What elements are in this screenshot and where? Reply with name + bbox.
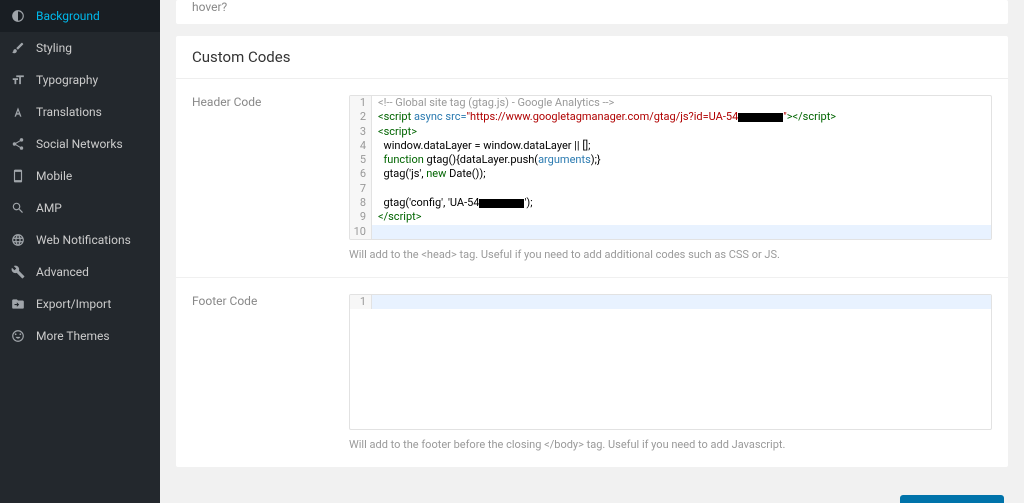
header-code-help: Will add to the <head> tag. Useful if yo… bbox=[349, 248, 992, 261]
sidebar-item-typography[interactable]: Typography bbox=[0, 64, 160, 96]
brush-icon bbox=[10, 40, 26, 56]
hover-snippet-card: hover? bbox=[176, 0, 1008, 24]
header-code-field: Header Code 1<!-- Global site tag (gtag.… bbox=[176, 79, 1008, 278]
hover-snippet-text: hover? bbox=[192, 0, 227, 14]
sidebar-item-label: Background bbox=[36, 9, 100, 23]
sidebar-item-label: Typography bbox=[36, 73, 98, 87]
footer-code-field: Footer Code 1 Will add to the footer bef… bbox=[176, 278, 1008, 467]
sidebar-item-label: More Themes bbox=[36, 329, 110, 343]
smile-icon bbox=[10, 328, 26, 344]
share-icon bbox=[10, 136, 26, 152]
search-icon bbox=[10, 200, 26, 216]
globe-icon bbox=[10, 232, 26, 248]
section-title: Custom Codes bbox=[176, 36, 1008, 79]
sidebar-item-label: Mobile bbox=[36, 169, 72, 183]
font-icon bbox=[10, 72, 26, 88]
header-code-label: Header Code bbox=[192, 95, 337, 261]
sidebar-item-label: Styling bbox=[36, 41, 72, 55]
config-end: '); bbox=[524, 196, 532, 209]
letter-a-icon bbox=[10, 104, 26, 120]
redacted-id-2 bbox=[479, 199, 524, 208]
export-icon bbox=[10, 296, 26, 312]
redacted-id bbox=[738, 113, 783, 122]
main-content: hover? Custom Codes Header Code 1<!-- Gl… bbox=[160, 0, 1024, 503]
gtag-config: gtag('config', 'UA-54 bbox=[378, 196, 479, 209]
sidebar-item-themes[interactable]: More Themes bbox=[0, 320, 160, 352]
gtag-def: gtag(){dataLayer.push( bbox=[424, 153, 538, 166]
bottom-bar: ✔ Your Support Period is Active Save Cha… bbox=[176, 487, 1008, 503]
footer-code-label: Footer Code bbox=[192, 294, 337, 451]
wrench-icon bbox=[10, 264, 26, 280]
sidebar-item-amp[interactable]: AMP bbox=[0, 192, 160, 224]
save-changes-button[interactable]: Save Changes bbox=[900, 495, 1004, 503]
sidebar-item-translations[interactable]: Translations bbox=[0, 96, 160, 128]
date-call: Date()); bbox=[446, 167, 485, 180]
circle-half-icon bbox=[10, 8, 26, 24]
code-comment: <!-- Global site tag (gtag.js) - Google … bbox=[378, 96, 614, 109]
footer-code-editor[interactable]: 1 bbox=[349, 294, 992, 430]
sidebar-item-label: Advanced bbox=[36, 265, 89, 279]
gtag-js: gtag('js', bbox=[378, 167, 426, 180]
script-open: <script> bbox=[378, 125, 417, 138]
new-kw: new bbox=[426, 167, 446, 180]
script-src: https://www.googletagmanager.com/gtag/js… bbox=[470, 110, 738, 123]
sidebar-item-mobile[interactable]: Mobile bbox=[0, 160, 160, 192]
sidebar-item-label: Export/Import bbox=[36, 297, 111, 311]
sidebar-item-notifications[interactable]: Web Notifications bbox=[0, 224, 160, 256]
args-kw: arguments bbox=[538, 153, 591, 166]
sidebar-item-social[interactable]: Social Networks bbox=[0, 128, 160, 160]
func-kw: function bbox=[383, 153, 423, 166]
sidebar-item-label: AMP bbox=[36, 201, 62, 215]
sidebar-item-styling[interactable]: Styling bbox=[0, 32, 160, 64]
datalayer-line: window.dataLayer = window.dataLayer || [… bbox=[378, 139, 591, 152]
footer-code-help: Will add to the footer before the closin… bbox=[349, 438, 992, 451]
mobile-icon bbox=[10, 168, 26, 184]
sidebar-item-label: Web Notifications bbox=[36, 233, 131, 247]
sidebar-item-label: Translations bbox=[36, 105, 102, 119]
header-code-editor[interactable]: 1<!-- Global site tag (gtag.js) - Google… bbox=[349, 95, 992, 240]
gtag-def-end: );} bbox=[591, 153, 601, 166]
custom-codes-section: Custom Codes Header Code 1<!-- Global si… bbox=[176, 36, 1008, 467]
sidebar-item-export[interactable]: Export/Import bbox=[0, 288, 160, 320]
sidebar-item-label: Social Networks bbox=[36, 137, 123, 151]
sidebar: Background Styling Typography Translatio… bbox=[0, 0, 160, 503]
script-close: </script> bbox=[378, 210, 422, 223]
sidebar-item-background[interactable]: Background bbox=[0, 0, 160, 32]
sidebar-item-advanced[interactable]: Advanced bbox=[0, 256, 160, 288]
